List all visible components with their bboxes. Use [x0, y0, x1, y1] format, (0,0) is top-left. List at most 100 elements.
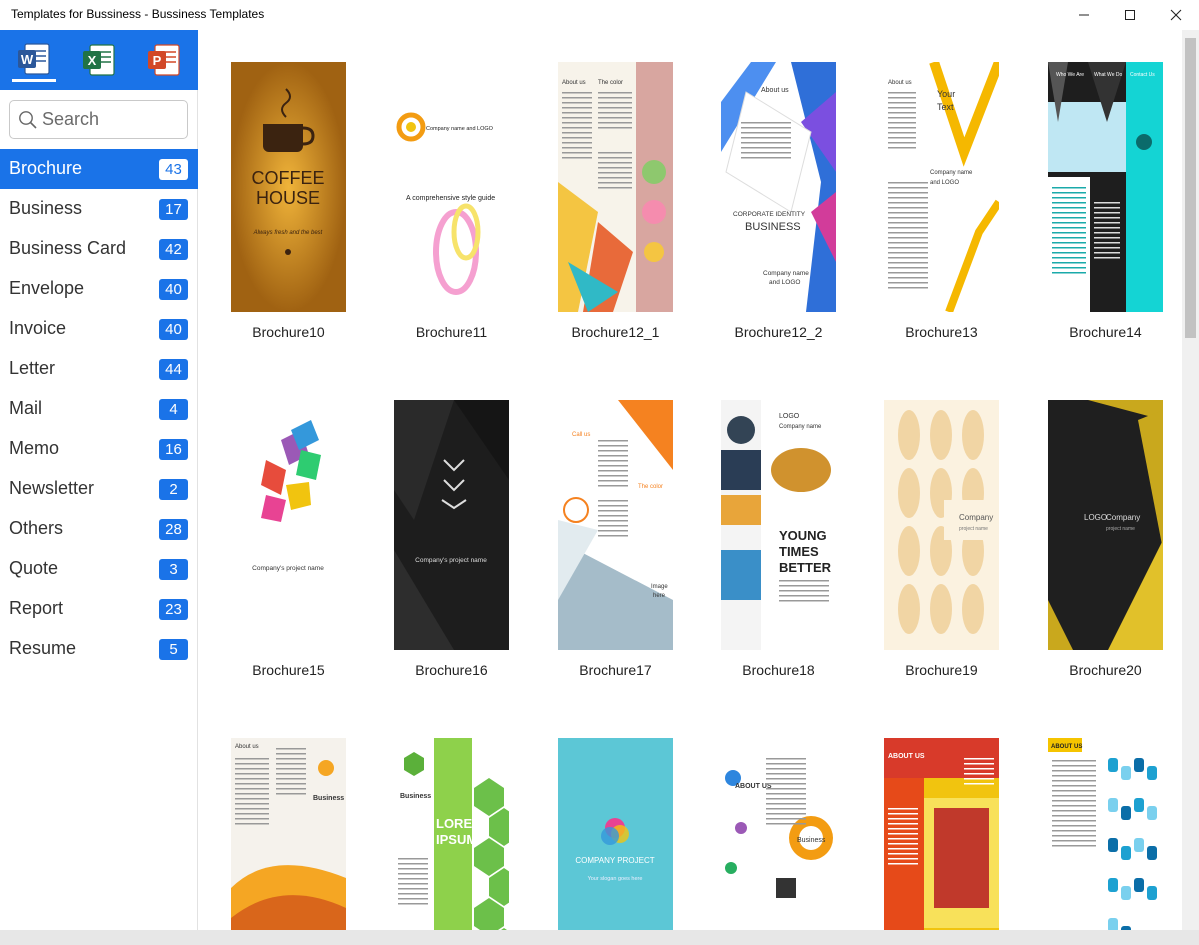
category-item[interactable]: Envelope 40: [0, 269, 198, 309]
close-icon: [1170, 9, 1182, 21]
template-thumbnail[interactable]: Company's project name: [231, 400, 346, 650]
template-thumbnail-art: About us Your Text Company name and LOGO: [884, 62, 999, 312]
template-thumbnail-art: COFFEEHOUSE Always fresh and the best: [231, 62, 346, 312]
template-thumbnail[interactable]: Business LOREM IPSUM: [394, 738, 509, 930]
thumb-text: Who We Are: [1056, 72, 1084, 78]
category-label: Business Card: [9, 238, 127, 258]
category-label: Newsletter: [9, 478, 95, 498]
scrollbar-thumb[interactable]: [1185, 38, 1196, 338]
app-window: Templates for Bussiness - Bussiness Temp…: [0, 0, 1199, 945]
template-thumbnail[interactable]: About us Your Text Company name and LOGO: [884, 62, 999, 312]
thumb-text: here: [653, 593, 666, 599]
template-thumbnail[interactable]: ABOUT US: [1048, 738, 1163, 930]
category-item[interactable]: Letter 44: [0, 349, 198, 389]
category-item[interactable]: Invoice 40: [0, 309, 198, 349]
category-list: Brochure 43 Business 17 Business Card 42 Envel…: [0, 149, 198, 669]
category-count-badge: 23: [159, 599, 188, 620]
search-box[interactable]: [9, 100, 188, 139]
thumb-text: The color: [638, 484, 663, 490]
category-count-badge: 4: [159, 399, 188, 420]
template-thumbnail-art: LOGOCompany project name: [1048, 400, 1163, 650]
template-thumbnail[interactable]: COMPANY PROJECT Your slogan goes here: [558, 738, 673, 930]
thumb-text: Always fresh and the best: [253, 230, 323, 236]
close-button[interactable]: [1153, 0, 1199, 30]
thumb-text: BUSINESS: [745, 221, 801, 233]
template-thumbnail[interactable]: ABOUT US Business: [721, 738, 836, 930]
tab-excel[interactable]: X: [77, 38, 121, 82]
thumb-text: project name: [959, 526, 988, 532]
template-thumbnail[interactable]: Company's project name: [394, 400, 509, 650]
category-item[interactable]: Memo 16: [0, 429, 198, 469]
template-thumbnail[interactable]: Company project name: [884, 400, 999, 650]
maximize-button[interactable]: [1107, 0, 1153, 30]
category-item[interactable]: Resume 5: [0, 629, 198, 669]
category-label: Envelope: [9, 278, 85, 298]
word-icon: W: [18, 42, 50, 75]
category-item[interactable]: Report 23: [0, 589, 198, 629]
search-input[interactable]: [42, 109, 182, 130]
template-thumbnail-art: Who We Are What We Do Contact Us: [1048, 62, 1163, 312]
template-thumbnail[interactable]: About us The color: [558, 62, 673, 312]
category-label: Resume: [9, 638, 77, 658]
template-name: Brochure15: [252, 662, 325, 678]
thumb-text: About us: [562, 80, 586, 86]
category-item[interactable]: Mail 4: [0, 389, 198, 429]
template-thumbnail[interactable]: About us CORPORATE IDENTITY BUSINESS Compan…: [721, 62, 836, 312]
sidebar: Brochure43Business17Business Card42Envel…: [0, 90, 198, 945]
thumb-text: The color: [598, 80, 623, 86]
thumb-text: Contact Us: [1130, 72, 1155, 78]
minimize-icon: [1079, 14, 1089, 16]
template-thumbnail[interactable]: Company name and LOGO A comprehensive sty…: [394, 62, 509, 312]
template-name: Brochure16: [415, 662, 488, 678]
category-count-badge: 28: [159, 519, 188, 540]
template-name: Brochure19: [905, 662, 978, 678]
thumb-text: ABOUT US: [888, 753, 925, 760]
category-count-badge: 17: [159, 199, 188, 220]
vertical-scrollbar[interactable]: [1182, 30, 1199, 930]
template-thumbnail[interactable]: LOGO Company project name: [1048, 400, 1163, 650]
template-thumbnail[interactable]: Call us The color Image here: [558, 400, 673, 650]
category-item[interactable]: Others 28: [0, 509, 198, 549]
thumb-text: Text: [937, 102, 954, 112]
category-item[interactable]: Newsletter 2: [0, 469, 198, 509]
template-thumbnail-art: About usBusinessLOREMIPSUM: [231, 738, 346, 930]
category-item[interactable]: Brochure 43: [0, 149, 198, 189]
template-thumbnail-art: Business LOREMIPSUM: [394, 738, 509, 930]
category-label: Brochure: [9, 158, 83, 178]
powerpoint-icon: P: [148, 44, 180, 76]
category-count-badge: 44: [159, 359, 188, 380]
thumb-text: About us: [888, 80, 912, 86]
thumb-text: Company name: [779, 424, 822, 430]
category-label: Mail: [9, 398, 43, 418]
category-item[interactable]: Quote 3: [0, 549, 198, 589]
tab-powerpoint[interactable]: P: [142, 38, 186, 82]
template-thumbnail[interactable]: LOGO Company name YOUNG TIMES BETTER: [721, 400, 836, 650]
svg-text:W: W: [21, 52, 34, 67]
thumb-text: Company: [959, 513, 993, 522]
category-label: Report: [9, 598, 64, 618]
template-name: Brochure13: [905, 324, 978, 340]
thumb-text: BETTER: [779, 560, 832, 575]
category-item[interactable]: Business 17: [0, 189, 198, 229]
category-item[interactable]: Business Card 42: [0, 229, 198, 269]
template-grid: COFFEE HOUSE Always fresh and the best Broc…: [199, 30, 1182, 930]
thumb-text: Company name: [763, 270, 809, 277]
template-thumbnail-art: Company name and LOGO A comprehensive sty…: [394, 62, 509, 312]
template-thumbnail[interactable]: ABOUT US: [884, 738, 999, 930]
template-thumbnail[interactable]: Who We Are What We Do Contact Us: [1048, 62, 1163, 312]
thumb-text: LOREM: [436, 816, 483, 831]
category-count-badge: 40: [159, 319, 188, 340]
template-thumbnail-art: COMPANY PROJECT Your slogan goes here: [558, 738, 673, 930]
template-thumbnail-art: ABOUT US: [884, 738, 999, 930]
template-name: Brochure18: [742, 662, 815, 678]
tab-word[interactable]: W: [12, 38, 56, 82]
minimize-button[interactable]: [1061, 0, 1107, 30]
thumb-text: COMPANY PROJECT: [575, 856, 654, 865]
thumb-text: ABOUT US: [1051, 744, 1082, 750]
template-thumbnail[interactable]: COFFEE HOUSE Always fresh and the best: [231, 62, 346, 312]
bottom-bar: [0, 930, 1199, 945]
thumb-text: CORPORATE IDENTITY: [733, 211, 806, 218]
template-thumbnail-art: Call us The color Image here: [558, 400, 673, 650]
template-thumbnail[interactable]: About usBusinessLOREMIPSUM: [231, 738, 346, 930]
thumb-text: and LOGO: [930, 180, 959, 186]
